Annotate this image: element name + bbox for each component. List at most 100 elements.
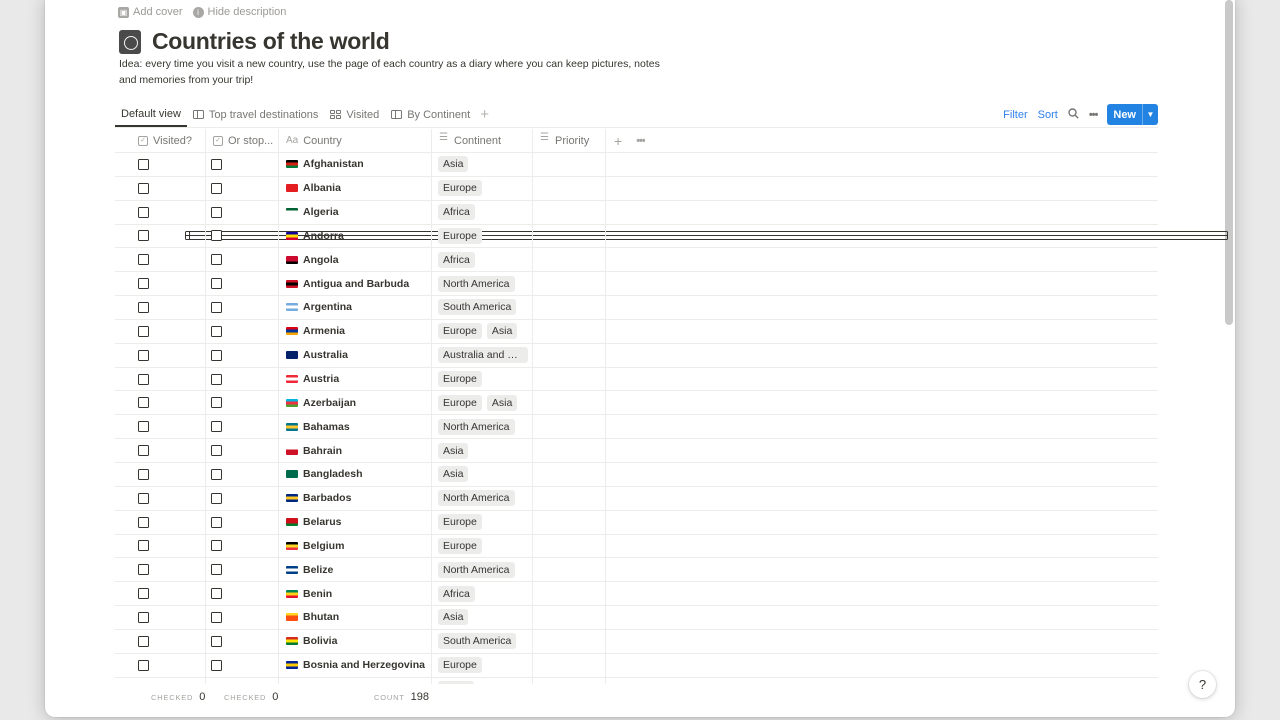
continent-cell[interactable]: Asia xyxy=(432,439,533,462)
table-row[interactable]: Bahamas North America xyxy=(115,415,1158,440)
visited-checkbox[interactable] xyxy=(138,230,149,242)
continent-cell[interactable]: North America xyxy=(432,486,533,510)
visited-cell[interactable] xyxy=(115,510,206,534)
or-stop-checkbox[interactable] xyxy=(211,254,222,266)
priority-cell[interactable] xyxy=(533,272,606,296)
visited-cell[interactable] xyxy=(115,248,206,272)
continent-cell[interactable]: Africa xyxy=(432,200,533,224)
table-row[interactable]: Angola Africa xyxy=(115,248,1158,273)
table-row[interactable]: Australia Australia and Oceania xyxy=(115,343,1158,368)
country-name[interactable]: Bahrain xyxy=(303,445,342,457)
visited-cell[interactable] xyxy=(115,224,206,248)
or-stop-cell[interactable] xyxy=(206,415,279,439)
or-stop-cell[interactable] xyxy=(206,510,279,534)
column-header-continent[interactable]: Continent xyxy=(432,129,533,153)
country-cell[interactable]: Bhutan xyxy=(279,606,432,629)
continent-cell[interactable]: Asia xyxy=(432,606,533,629)
continent-tag[interactable]: Europe xyxy=(438,371,482,388)
visited-cell[interactable] xyxy=(115,272,206,296)
or-stop-checkbox[interactable] xyxy=(211,206,222,218)
page-title[interactable]: Countries of the world xyxy=(152,28,390,55)
visited-checkbox[interactable] xyxy=(138,564,149,576)
visited-cell[interactable] xyxy=(115,367,206,391)
country-cell[interactable]: Austria xyxy=(279,367,432,391)
or-stop-cell[interactable] xyxy=(206,391,279,415)
visited-cell[interactable] xyxy=(115,319,206,343)
continent-tag[interactable]: North America xyxy=(438,275,515,292)
or-stop-checkbox[interactable] xyxy=(211,564,222,576)
visited-cell[interactable] xyxy=(115,415,206,439)
column-header-priority[interactable]: Priority xyxy=(533,129,606,153)
continent-cell[interactable]: Australia and Oceania xyxy=(432,343,533,367)
country-name[interactable]: Afghanistan xyxy=(303,158,364,170)
priority-cell[interactable] xyxy=(533,534,606,558)
continent-tag[interactable]: Africa xyxy=(438,204,475,221)
country-name[interactable]: Belize xyxy=(303,564,333,576)
country-name[interactable]: Angola xyxy=(303,254,339,266)
add-property-icon[interactable]: + xyxy=(614,133,622,149)
continent-cell[interactable]: South America xyxy=(432,629,533,653)
country-cell[interactable]: Bangladesh xyxy=(279,462,432,486)
or-stop-cell[interactable] xyxy=(206,343,279,367)
more-options-icon[interactable]: ••• xyxy=(1089,109,1099,121)
visited-cell[interactable] xyxy=(115,391,206,415)
country-cell[interactable]: Argentina xyxy=(279,296,432,319)
country-name[interactable]: Argentina xyxy=(303,301,352,313)
table-row[interactable]: Andorra Europe xyxy=(115,224,1158,249)
or-stop-checkbox[interactable] xyxy=(211,445,222,457)
or-stop-cell[interactable] xyxy=(206,153,279,176)
or-stop-cell[interactable] xyxy=(206,224,279,248)
table-row[interactable]: Bosnia and Herzegovina Europe xyxy=(115,653,1158,678)
visited-cell[interactable] xyxy=(115,629,206,653)
continent-tag[interactable]: Europe xyxy=(438,180,482,197)
table-row[interactable]: Bangladesh Asia xyxy=(115,462,1158,487)
or-stop-checkbox[interactable] xyxy=(211,397,222,409)
visited-checkbox[interactable] xyxy=(138,492,149,504)
continent-tag[interactable]: Europe xyxy=(438,537,482,554)
country-name[interactable]: Albania xyxy=(303,182,341,194)
or-stop-cell[interactable] xyxy=(206,558,279,582)
visited-cell[interactable] xyxy=(115,296,206,319)
continent-tag[interactable]: Africa xyxy=(438,251,475,268)
or-stop-cell[interactable] xyxy=(206,534,279,558)
calc-visited[interactable]: CHECKED 0 xyxy=(151,691,205,703)
country-name[interactable]: Benin xyxy=(303,588,332,600)
continent-tag[interactable]: Europe xyxy=(438,514,482,531)
table-row[interactable]: Benin Africa xyxy=(115,582,1158,607)
or-stop-checkbox[interactable] xyxy=(211,516,222,528)
or-stop-cell[interactable] xyxy=(206,200,279,224)
or-stop-checkbox[interactable] xyxy=(211,158,222,170)
table-row[interactable]: Austria Europe xyxy=(115,367,1158,392)
priority-cell[interactable] xyxy=(533,486,606,510)
tab-default-view[interactable]: Default view xyxy=(115,102,1228,240)
visited-checkbox[interactable] xyxy=(138,301,149,313)
scrollbar[interactable] xyxy=(1225,0,1233,325)
continent-cell[interactable]: South America xyxy=(432,296,533,319)
priority-cell[interactable] xyxy=(533,176,606,200)
or-stop-cell[interactable] xyxy=(206,582,279,606)
or-stop-cell[interactable] xyxy=(206,653,279,677)
continent-cell[interactable]: Europe xyxy=(432,510,533,534)
visited-cell[interactable] xyxy=(115,606,206,629)
continent-cell[interactable]: Africa xyxy=(432,248,533,272)
priority-cell[interactable] xyxy=(533,200,606,224)
or-stop-checkbox[interactable] xyxy=(211,588,222,600)
country-cell[interactable]: Azerbaijan xyxy=(279,391,432,415)
continent-tag[interactable]: Europe xyxy=(438,227,482,244)
priority-cell[interactable] xyxy=(533,415,606,439)
continent-cell[interactable]: Europe xyxy=(432,176,533,200)
continent-tag[interactable]: Africa xyxy=(438,585,475,602)
continent-cell[interactable]: Africa xyxy=(432,582,533,606)
continent-tag[interactable]: Europe xyxy=(438,394,482,411)
passport-icon[interactable] xyxy=(119,29,141,54)
table-row[interactable]: Bhutan Asia xyxy=(115,606,1158,630)
visited-cell[interactable] xyxy=(115,153,206,176)
country-cell[interactable]: Belarus xyxy=(279,510,432,534)
help-button[interactable]: ? xyxy=(1189,671,1216,698)
continent-tag[interactable]: North America xyxy=(438,490,515,507)
country-name[interactable]: Andorra xyxy=(303,230,344,242)
or-stop-checkbox[interactable] xyxy=(211,635,222,647)
chevron-down-icon[interactable]: ▼ xyxy=(1142,104,1158,125)
visited-checkbox[interactable] xyxy=(138,445,149,457)
country-cell[interactable]: Albania xyxy=(279,176,432,200)
